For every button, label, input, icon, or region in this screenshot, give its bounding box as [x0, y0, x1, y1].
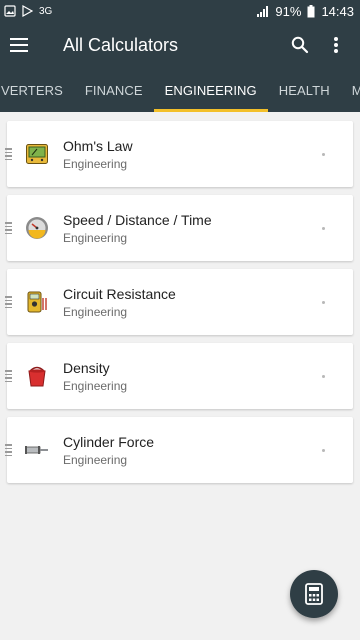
status-dot — [322, 300, 325, 304]
search-icon — [291, 36, 309, 54]
drag-handle-icon[interactable] — [5, 222, 13, 234]
item-title: Ohm's Law — [63, 137, 133, 154]
item-title: Density — [63, 359, 110, 376]
clock: 14:43 — [321, 3, 354, 19]
item-title: Cylinder Force — [63, 433, 155, 450]
status-dot — [322, 448, 325, 452]
toolbar: All Calculators — [0, 22, 360, 68]
calculator-fab-button[interactable] — [290, 570, 338, 618]
item-title: Speed / Distance / Time — [63, 211, 212, 228]
list-item-density[interactable]: Density Engineering — [5, 343, 353, 409]
gallery-icon — [4, 5, 16, 17]
drag-handle-icon[interactable] — [5, 296, 13, 308]
tab-finance[interactable]: FINANCE — [74, 68, 154, 112]
item-category: Engineering — [63, 452, 128, 467]
category-tabs: VERTERS FINANCE ENGINEERING HEALTH MISCE… — [0, 68, 360, 112]
list-item-ohms-law[interactable]: Ohm's Law Engineering — [5, 121, 353, 187]
status-dot — [322, 374, 325, 378]
drag-handle-icon[interactable] — [5, 148, 13, 160]
red-bucket-icon — [24, 363, 50, 389]
multimeter-icon — [24, 289, 50, 315]
battery-level: 91% — [275, 3, 302, 19]
item-category: Engineering — [63, 156, 128, 171]
more-vert-icon — [334, 37, 338, 53]
item-category: Engineering — [63, 230, 128, 245]
item-category: Engineering — [63, 304, 128, 319]
tab-miscellaneous[interactable]: MISCELLA — [341, 68, 360, 112]
status-dot — [322, 226, 325, 230]
network-type: 3G — [39, 5, 53, 17]
drag-handle-icon[interactable] — [5, 370, 13, 382]
search-button[interactable] — [282, 27, 318, 63]
item-category: Engineering — [63, 378, 128, 393]
battery-icon — [307, 4, 315, 17]
status-dot — [322, 152, 325, 156]
menu-icon[interactable] — [10, 33, 34, 57]
item-title: Circuit Resistance — [63, 285, 176, 302]
tab-converters[interactable]: VERTERS — [0, 68, 74, 112]
drag-handle-icon[interactable] — [5, 444, 13, 456]
calculator-icon — [305, 583, 323, 605]
calculator-list: Ohm's Law Engineering Speed / Distance /… — [0, 112, 360, 483]
status-bar: 3G 91% 14:43 — [0, 0, 360, 22]
multimeter-display-icon — [24, 141, 50, 167]
tab-health[interactable]: HEALTH — [268, 68, 341, 112]
page-title: All Calculators — [63, 34, 179, 55]
list-item-cylinder-force[interactable]: Cylinder Force Engineering — [5, 417, 353, 483]
overflow-menu-button[interactable] — [318, 27, 354, 63]
tab-engineering[interactable]: ENGINEERING — [153, 68, 268, 112]
cylinder-icon — [24, 437, 50, 463]
speedometer-icon — [24, 215, 50, 241]
play-store-icon — [22, 5, 33, 17]
signal-icon — [257, 5, 269, 17]
list-item-speed-distance-time[interactable]: Speed / Distance / Time Engineering — [5, 195, 353, 261]
list-item-circuit-resistance[interactable]: Circuit Resistance Engineering — [5, 269, 353, 335]
